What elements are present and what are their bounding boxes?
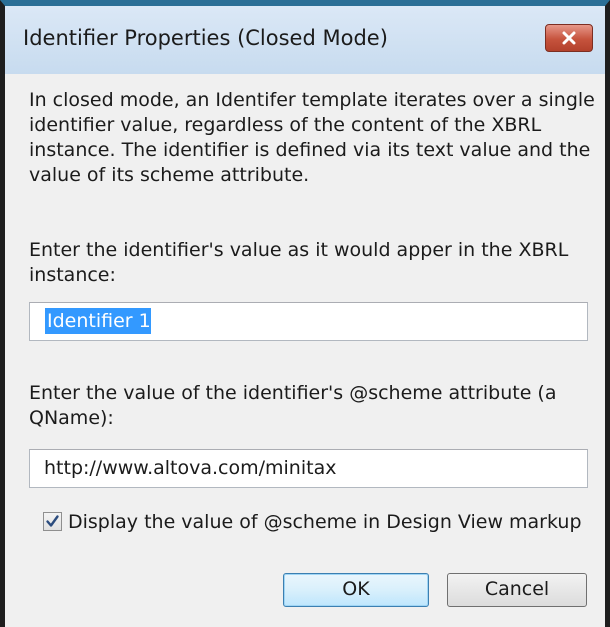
display-scheme-label[interactable]: Display the value of @scheme in Design V… xyxy=(68,510,582,535)
dialog-body: In closed mode, an Identifer template it… xyxy=(5,74,605,627)
identifier-value-text: Identifier 1 xyxy=(45,308,151,334)
description-text: In closed mode, an Identifer template it… xyxy=(29,89,595,186)
identifier-properties-dialog: Identifier Properties (Closed Mode) In c… xyxy=(0,0,610,627)
close-icon xyxy=(562,31,576,45)
scheme-attribute-text: http://www.altova.com/minitax xyxy=(44,457,337,479)
identifier-value-input[interactable]: Identifier 1 xyxy=(29,302,588,341)
close-button[interactable] xyxy=(545,24,593,52)
display-scheme-checkbox[interactable] xyxy=(43,512,62,531)
display-scheme-option: Display the value of @scheme in Design V… xyxy=(43,510,583,536)
scheme-attribute-label: Enter the value of the identifier's @sch… xyxy=(29,382,557,429)
title-bar: Identifier Properties (Closed Mode) xyxy=(5,6,605,74)
identifier-value-label: Enter the identifier's value as it would… xyxy=(29,239,569,286)
checkmark-icon xyxy=(46,515,59,527)
cancel-button[interactable]: Cancel xyxy=(447,573,587,607)
scheme-attribute-input[interactable]: http://www.altova.com/minitax xyxy=(29,449,588,488)
dialog-title: Identifier Properties (Closed Mode) xyxy=(23,26,388,50)
ok-button[interactable]: OK xyxy=(283,573,429,607)
